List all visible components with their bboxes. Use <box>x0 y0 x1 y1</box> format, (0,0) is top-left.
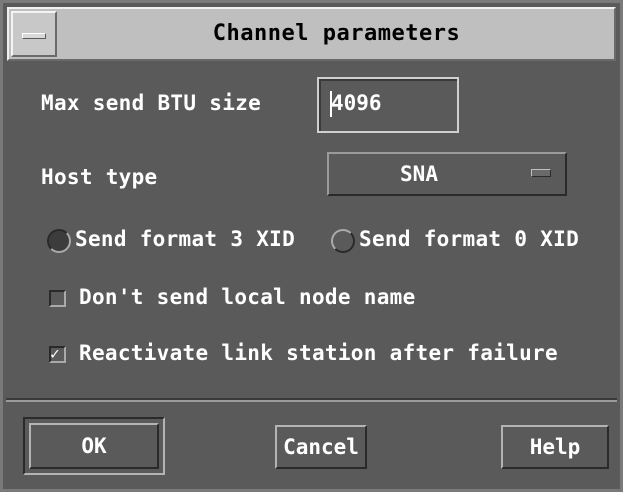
max-send-btu-label: Max send BTU size <box>41 91 262 115</box>
radio-format-0-label: Send format 0 XID <box>359 227 580 251</box>
radio-selected-indicator <box>47 229 71 253</box>
dialog-title: Channel parameters <box>212 21 461 46</box>
host-type-label: Host type <box>41 165 158 189</box>
checkbox-dont-send-local-node-name[interactable]: Don't send local node name <box>49 285 469 315</box>
cancel-button[interactable]: Cancel <box>275 425 367 469</box>
window-menu-icon <box>22 33 46 39</box>
channel-parameters-dialog: Channel parameters Max send BTU size 409… <box>0 0 623 492</box>
checkbox-reactivate-link-station[interactable]: ✓ Reactivate link station after failure <box>49 341 614 371</box>
reactivate-link-label: Reactivate link station after failure <box>79 341 558 365</box>
max-send-btu-input[interactable]: 4096 <box>317 77 459 133</box>
radio-unselected-indicator <box>331 229 355 253</box>
button-area-separator <box>6 398 617 402</box>
title-bar[interactable]: Channel parameters <box>7 7 616 61</box>
ok-button[interactable]: OK <box>29 423 159 469</box>
dont-send-node-name-label: Don't send local node name <box>79 285 416 309</box>
checkbox-box-checked: ✓ <box>49 344 66 363</box>
host-type-option-menu[interactable]: SNA <box>327 152 567 196</box>
checkmark-icon: ✓ <box>50 344 60 363</box>
checkbox-box-unchecked <box>49 290 66 307</box>
radio-format-3-label: Send format 3 XID <box>75 227 296 251</box>
radio-send-format-3-xid[interactable]: Send format 3 XID <box>47 225 331 257</box>
option-menu-indicator-icon <box>531 169 551 177</box>
radio-send-format-0-xid[interactable]: Send format 0 XID <box>331 225 615 257</box>
max-send-btu-value: 4096 <box>331 91 382 115</box>
host-type-selected-value: SNA <box>400 162 438 186</box>
help-button[interactable]: Help <box>501 425 609 469</box>
window-menu-button[interactable] <box>11 11 57 57</box>
